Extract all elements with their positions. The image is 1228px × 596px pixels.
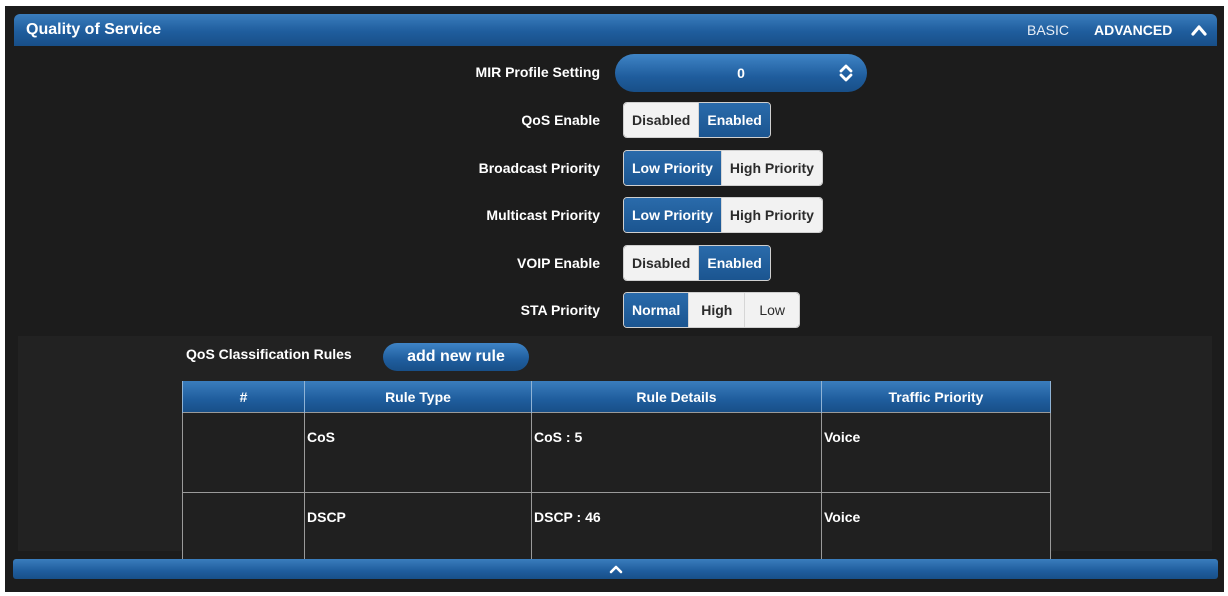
mir-profile-value: 0: [737, 65, 745, 81]
sta-high-option[interactable]: High: [689, 293, 746, 327]
multicast-high-priority-option[interactable]: High Priority: [721, 198, 822, 232]
rule-details-cell: CoS : 5: [531, 412, 822, 493]
multicast-priority-label: Multicast Priority: [486, 207, 600, 223]
voip-enable-disabled-option[interactable]: Disabled: [624, 246, 700, 280]
qos-enable-disabled-option[interactable]: Disabled: [624, 103, 700, 137]
column-header-number[interactable]: #: [182, 381, 305, 413]
rule-type-cell: CoS: [304, 412, 532, 493]
qos-enable-enabled-option[interactable]: Enabled: [699, 103, 770, 137]
column-header-rule-details[interactable]: Rule Details: [531, 381, 822, 413]
sta-priority-toggle: Normal High Low: [623, 292, 801, 328]
chevron-up-icon: [609, 565, 623, 574]
qos-enable-label: QoS Enable: [521, 112, 600, 128]
sta-priority-label: STA Priority: [520, 302, 600, 318]
add-new-rule-button[interactable]: add new rule: [383, 343, 529, 371]
voip-enable-enabled-option[interactable]: Enabled: [699, 246, 770, 280]
column-header-rule-type[interactable]: Rule Type: [304, 381, 532, 413]
broadcast-low-priority-option[interactable]: Low Priority: [624, 151, 722, 185]
broadcast-priority-label: Broadcast Priority: [478, 160, 600, 176]
panel-title: Quality of Service: [26, 21, 162, 38]
sta-low-option[interactable]: Low: [745, 293, 800, 327]
voip-enable-toggle: Disabled Enabled: [623, 245, 771, 281]
panel-header: Quality of Service BASIC ADVANCED: [14, 14, 1217, 46]
multicast-priority-toggle: Low Priority High Priority: [623, 197, 823, 233]
column-header-traffic-priority[interactable]: Traffic Priority: [821, 381, 1051, 413]
basic-mode-link[interactable]: BASIC: [1027, 14, 1069, 46]
mir-profile-label: MIR Profile Setting: [475, 64, 600, 80]
mir-profile-select[interactable]: 0: [615, 54, 867, 92]
select-arrows-icon: [839, 64, 853, 82]
table-header-row: # Rule Type Rule Details Traffic Priorit…: [182, 381, 1051, 413]
qos-enable-toggle: Disabled Enabled: [623, 102, 771, 138]
rule-number-cell: [182, 412, 305, 493]
broadcast-priority-toggle: Low Priority High Priority: [623, 150, 823, 186]
sta-normal-option[interactable]: Normal: [624, 293, 690, 327]
advanced-mode-link[interactable]: ADVANCED: [1094, 14, 1172, 46]
table-row[interactable]: CoS CoS : 5 Voice: [182, 412, 1051, 493]
broadcast-high-priority-option[interactable]: High Priority: [721, 151, 822, 185]
rules-table: # Rule Type Rule Details Traffic Priorit…: [182, 381, 1051, 573]
rules-title: QoS Classification Rules: [186, 346, 352, 362]
voip-enable-label: VOIP Enable: [517, 255, 600, 271]
traffic-priority-cell: Voice: [821, 412, 1051, 493]
collapse-footer-bar[interactable]: [13, 559, 1218, 579]
multicast-low-priority-option[interactable]: Low Priority: [624, 198, 722, 232]
chevron-up-icon[interactable]: [1190, 22, 1208, 38]
